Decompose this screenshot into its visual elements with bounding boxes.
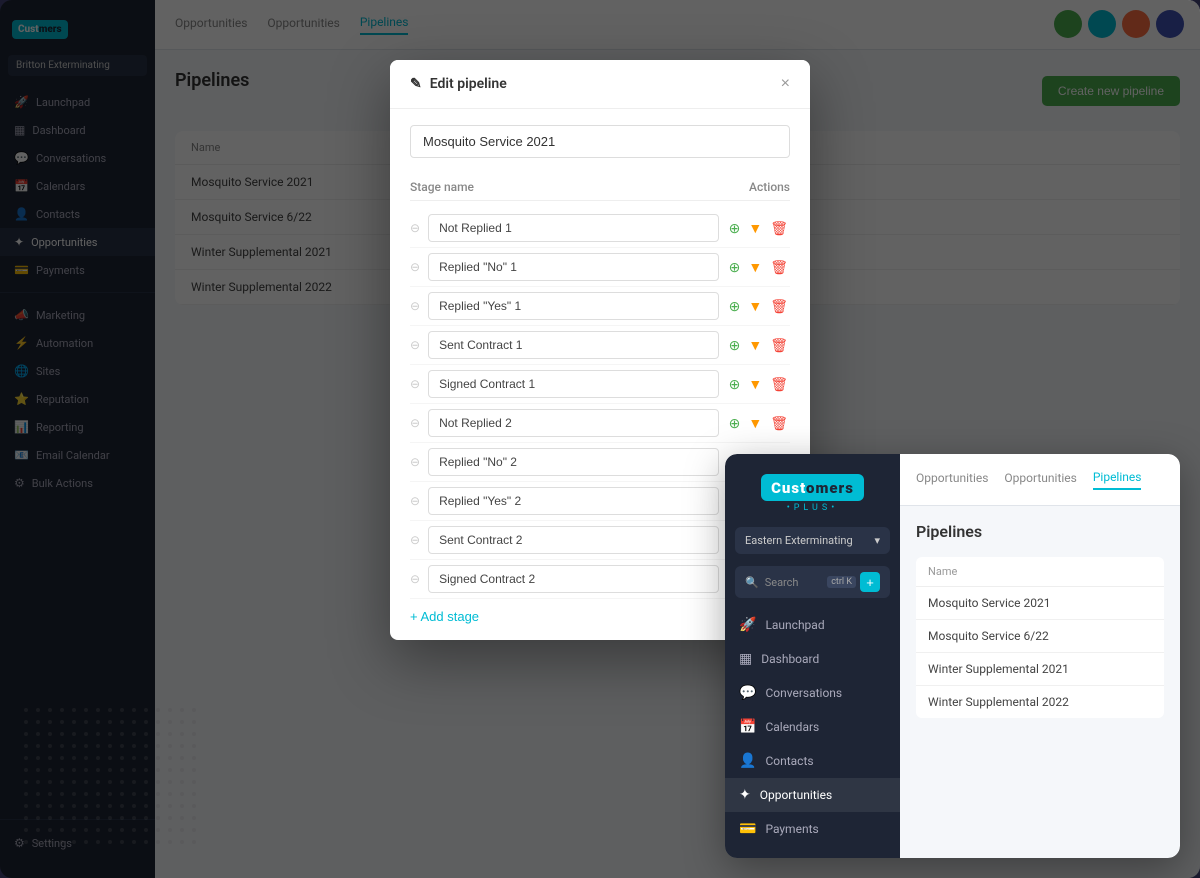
fg-nav-dashboard[interactable]: ▦ Dashboard [725, 642, 900, 676]
stage-add-btn-6[interactable]: ⊕ [727, 413, 743, 434]
stage-add-btn-5[interactable]: ⊕ [727, 374, 743, 395]
stage-filter-btn-1[interactable]: ▼ [746, 218, 764, 238]
foreground-container: Customers •PLUS• Eastern Exterminating ▾… [725, 454, 1180, 858]
fg-page-title: Pipelines [916, 522, 1164, 541]
stage-input-9[interactable] [428, 526, 719, 554]
stage-actions-6: ⊕ ▼ 🗑 [727, 413, 790, 434]
fg-pipeline-table: Name Mosquito Service 2021 Mosquito Serv… [916, 557, 1164, 718]
stage-input-5[interactable] [428, 370, 719, 398]
fg-table-row-4[interactable]: Winter Supplemental 2022 [916, 686, 1164, 718]
fg-nav-conversations[interactable]: 💬 Conversations [725, 676, 900, 710]
fg-nav-contacts[interactable]: 👤 Contacts [725, 744, 900, 778]
stage-filter-btn-3[interactable]: ▼ [746, 296, 764, 316]
fg-org-select[interactable]: Eastern Exterminating ▾ [735, 527, 890, 554]
stage-filter-btn-5[interactable]: ▼ [746, 374, 764, 394]
drag-handle-8[interactable]: ⊖ [410, 494, 420, 508]
drag-handle-7[interactable]: ⊖ [410, 455, 420, 469]
fg-content-area: Pipelines Name Mosquito Service 2021 Mos… [900, 506, 1180, 734]
fg-table-row-2[interactable]: Mosquito Service 6/22 [916, 620, 1164, 653]
stage-input-10[interactable] [428, 565, 719, 593]
drag-handle-10[interactable]: ⊖ [410, 572, 420, 586]
stage-row-4: ⊖ ⊕ ▼ 🗑 [410, 326, 790, 365]
stage-filter-btn-4[interactable]: ▼ [746, 335, 764, 355]
drag-handle-1[interactable]: ⊖ [410, 221, 420, 235]
stage-actions-3: ⊕ ▼ 🗑 [727, 296, 790, 317]
drag-handle-5[interactable]: ⊖ [410, 377, 420, 391]
stage-delete-btn-3[interactable]: 🗑 [768, 296, 790, 317]
fg-add-btn[interactable]: + [860, 572, 880, 592]
add-stage-btn[interactable]: + Add stage [410, 599, 479, 634]
stage-table-header: Stage name Actions [410, 174, 790, 201]
stage-add-btn-2[interactable]: ⊕ [727, 257, 743, 278]
drag-handle-2[interactable]: ⊖ [410, 260, 420, 274]
drag-handle-9[interactable]: ⊖ [410, 533, 420, 547]
fg-table-header: Name [916, 557, 1164, 587]
stage-input-3[interactable] [428, 292, 719, 320]
fg-nav-opportunities[interactable]: ✦ Opportunities [725, 778, 900, 812]
stage-row-3: ⊖ ⊕ ▼ 🗑 [410, 287, 790, 326]
fg-main-content: Opportunities Opportunities Pipelines Pi… [900, 454, 1180, 858]
stage-delete-btn-2[interactable]: 🗑 [768, 257, 790, 278]
fg-tab-opp1[interactable]: Opportunities [916, 471, 988, 489]
stage-row-5: ⊖ ⊕ ▼ 🗑 [410, 365, 790, 404]
fg-tab-opp2[interactable]: Opportunities [1004, 471, 1076, 489]
fg-logo: Customers •PLUS• [725, 466, 900, 527]
stage-filter-btn-6[interactable]: ▼ [746, 413, 764, 433]
opportunities-icon: ✦ [739, 787, 751, 803]
search-shortcut: ctrl K [827, 576, 856, 588]
stage-input-4[interactable] [428, 331, 719, 359]
drag-handle-3[interactable]: ⊖ [410, 299, 420, 313]
stage-row-6: ⊖ ⊕ ▼ 🗑 [410, 404, 790, 443]
stage-actions-2: ⊕ ▼ 🗑 [727, 257, 790, 278]
drag-handle-6[interactable]: ⊖ [410, 416, 420, 430]
contacts-icon: 👤 [739, 753, 756, 769]
modal-close-btn[interactable]: × [781, 76, 790, 92]
modal-title: ✎ Edit pipeline [410, 76, 507, 92]
dashboard-icon: ▦ [739, 651, 752, 667]
stage-actions-4: ⊕ ▼ 🗑 [727, 335, 790, 356]
stage-add-btn-1[interactable]: ⊕ [727, 218, 743, 239]
stage-row-2: ⊖ ⊕ ▼ 🗑 [410, 248, 790, 287]
fg-table-row-1[interactable]: Mosquito Service 2021 [916, 587, 1164, 620]
stage-actions-5: ⊕ ▼ 🗑 [727, 374, 790, 395]
stage-row-1: ⊖ ⊕ ▼ 🗑 [410, 209, 790, 248]
launchpad-icon: 🚀 [739, 617, 756, 633]
stage-input-2[interactable] [428, 253, 719, 281]
stage-add-btn-3[interactable]: ⊕ [727, 296, 743, 317]
stage-delete-btn-6[interactable]: 🗑 [768, 413, 790, 434]
fg-nav-payments[interactable]: 💳 Payments [725, 812, 900, 846]
stage-add-btn-4[interactable]: ⊕ [727, 335, 743, 356]
search-icon: 🔍 [745, 576, 759, 589]
stage-input-6[interactable] [428, 409, 719, 437]
stage-delete-btn-4[interactable]: 🗑 [768, 335, 790, 356]
fg-nav-launchpad[interactable]: 🚀 Launchpad [725, 608, 900, 642]
edit-icon: ✎ [410, 76, 422, 92]
stage-filter-btn-2[interactable]: ▼ [746, 257, 764, 277]
conversations-icon: 💬 [739, 685, 756, 701]
stage-input-1[interactable] [428, 214, 719, 242]
fg-sidebar: Customers •PLUS• Eastern Exterminating ▾… [725, 454, 900, 858]
fg-topbar: Opportunities Opportunities Pipelines [900, 454, 1180, 506]
fg-nav-calendars[interactable]: 📅 Calendars [725, 710, 900, 744]
fg-search-bar[interactable]: 🔍 Search ctrl K + [735, 566, 890, 598]
calendars-icon: 📅 [739, 719, 756, 735]
pipeline-name-input[interactable] [410, 125, 790, 158]
fg-tab-pipelines[interactable]: Pipelines [1093, 470, 1142, 490]
stage-actions-1: ⊕ ▼ 🗑 [727, 218, 790, 239]
payments-icon: 💳 [739, 821, 756, 837]
modal-header: ✎ Edit pipeline × [390, 60, 810, 109]
chevron-down-icon: ▾ [874, 534, 880, 547]
stage-delete-btn-1[interactable]: 🗑 [768, 218, 790, 239]
stage-input-7[interactable] [428, 448, 719, 476]
stage-input-8[interactable] [428, 487, 719, 515]
fg-table-row-3[interactable]: Winter Supplemental 2021 [916, 653, 1164, 686]
drag-handle-4[interactable]: ⊖ [410, 338, 420, 352]
stage-delete-btn-5[interactable]: 🗑 [768, 374, 790, 395]
